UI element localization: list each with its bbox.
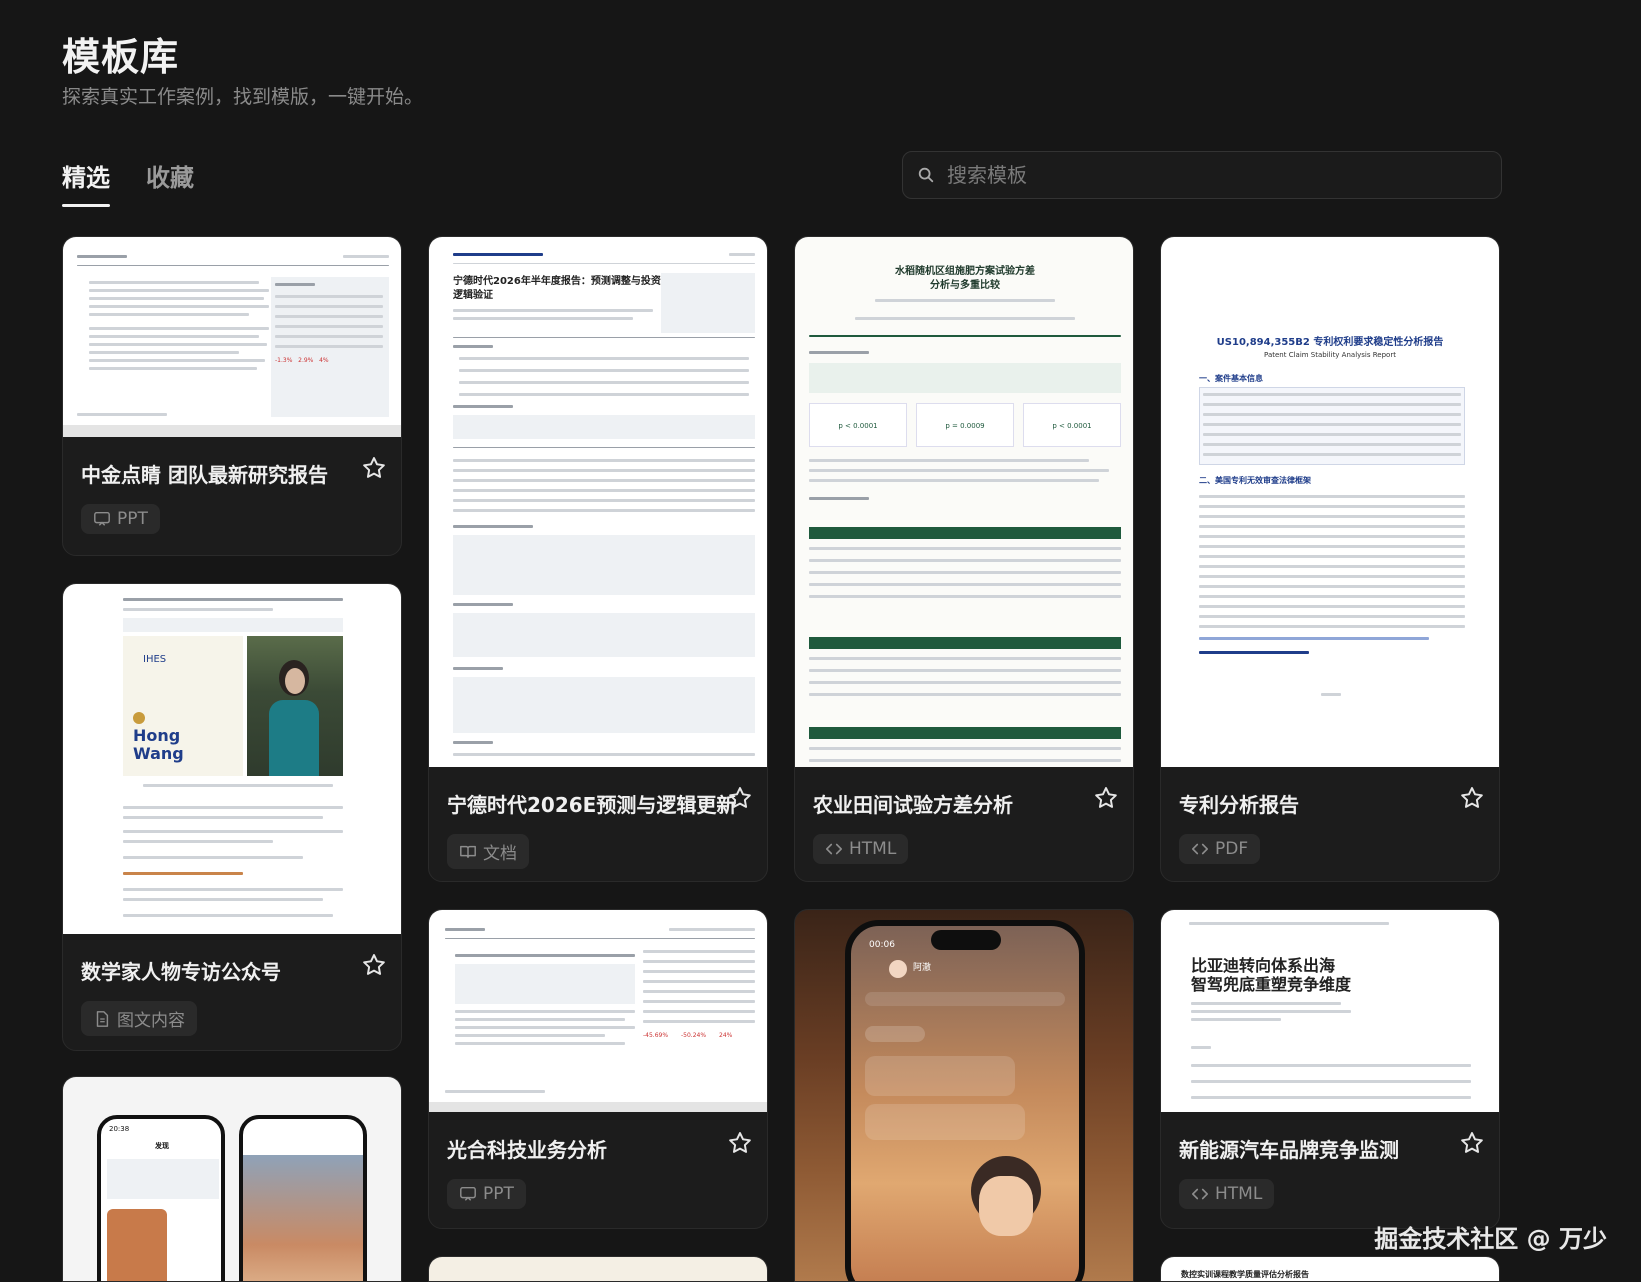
tab-featured[interactable]: 精选 <box>62 158 110 207</box>
card-title: 专利分析报告 <box>1179 793 1299 817</box>
presentation-icon <box>94 511 110 526</box>
search-box[interactable] <box>902 151 1502 199</box>
type-label: HTML <box>1215 1184 1263 1204</box>
template-card[interactable]: 20:38 发现 <box>62 1076 402 1282</box>
template-preview: -1.3% 2.9% 4% <box>63 237 401 437</box>
template-preview: 数控实训课程教学质量评估分析报告 <box>1161 1257 1499 1281</box>
type-label: PPT <box>483 1184 514 1204</box>
template-card[interactable]: -1.3% 2.9% 4% 中金点睛 团队最新研究报告 PPT <box>62 236 402 556</box>
preview-section: 一、案件基本信息 <box>1199 374 1263 383</box>
template-card[interactable]: 00:06 阿澈 <box>794 909 1134 1282</box>
type-label: PPT <box>117 509 148 529</box>
preview-stat: -45.69% <box>643 1032 669 1039</box>
type-badge: PPT <box>447 1179 526 1209</box>
watermark: 掘金技术社区 @ 万少 <box>1374 1225 1607 1253</box>
phone-time: 20:38 <box>109 1125 130 1133</box>
preview-name: Hong <box>133 726 181 745</box>
template-preview: 20:38 发现 <box>63 1077 401 1281</box>
card-title: 农业田间试验方差分析 <box>813 793 1013 817</box>
presentation-icon <box>460 1186 476 1201</box>
document-icon <box>96 1010 109 1027</box>
phone-mockup: 00:06 阿澈 <box>845 920 1085 1281</box>
star-icon[interactable] <box>1459 1130 1485 1156</box>
preview-title: 比亚迪转向体系出海 智驾兜底重塑竞争维度 <box>1191 956 1352 994</box>
type-label: PDF <box>1215 839 1249 859</box>
book-icon <box>460 845 476 858</box>
template-preview: 水稻随机区组施肥方案试验方差分析与多重比较 p < 0.0001 p = 0.0… <box>795 237 1133 767</box>
preview-title: 水稻随机区组施肥方案试验方差分析与多重比较 <box>895 266 1035 291</box>
preview-subtitle: Patent Claim Stability Analysis Report <box>1264 351 1396 359</box>
code-icon <box>825 843 843 855</box>
type-badge: PPT <box>81 504 160 534</box>
type-label: 文档 <box>483 844 517 864</box>
preview-name: Wang <box>133 744 184 763</box>
avatar <box>889 960 907 978</box>
card-title: 光合科技业务分析 <box>447 1138 607 1162</box>
template-card[interactable]: 比亚迪转向体系出海 智驾兜底重塑竞争维度 新能源汽车品牌竞争监测 HTML <box>1160 909 1500 1229</box>
preview-stat: p = 0.0009 <box>916 403 1014 447</box>
type-label: 图文内容 <box>117 1011 185 1031</box>
template-card[interactable]: 宁德时代2026年半年度报告：预测调整与投资逻辑验证 宁德时代2026E预测与逻… <box>428 236 768 882</box>
template-card[interactable]: 数控实训课程教学质量评估分析报告 <box>1160 1256 1500 1282</box>
page-title: 模板库 <box>62 35 180 79</box>
template-preview: -45.69% -50.24% 24% <box>429 910 767 1112</box>
template-preview: IHES Hong Wang <box>63 584 401 934</box>
star-icon[interactable] <box>727 785 753 811</box>
type-badge: 图文内容 <box>81 1001 197 1036</box>
preview-stat: p < 0.0001 <box>1023 403 1121 447</box>
card-title: 数学家人物专访公众号 <box>81 960 281 984</box>
search-input[interactable] <box>947 163 1487 187</box>
star-icon[interactable] <box>1093 785 1119 811</box>
type-badge: HTML <box>813 834 909 864</box>
search-icon <box>918 167 934 183</box>
code-icon <box>1191 1188 1209 1200</box>
template-preview: US10,894,355B2 专利权利要求稳定性分析报告 Patent Clai… <box>1161 237 1499 767</box>
preview-title: 宁德时代2026年半年度报告：预测调整与投资逻辑验证 <box>453 276 661 301</box>
card-title: 宁德时代2026E预测与逻辑更新 <box>447 793 737 817</box>
template-card[interactable]: 水稻随机区组施肥方案试验方差分析与多重比较 p < 0.0001 p = 0.0… <box>794 236 1134 882</box>
template-card[interactable]: -45.69% -50.24% 24% 光合科技业务分析 PPT <box>428 909 768 1229</box>
star-icon[interactable] <box>1459 785 1485 811</box>
tab-favorites[interactable]: 收藏 <box>146 158 194 207</box>
code-icon <box>1191 843 1209 855</box>
template-card[interactable]: US10,894,355B2 专利权利要求稳定性分析报告 Patent Clai… <box>1160 236 1500 882</box>
phone-tab: 发现 <box>155 1142 169 1150</box>
preview-stat: p < 0.0001 <box>809 403 907 447</box>
page-subtitle: 探索真实工作案例，找到模版，一键开始。 <box>62 86 424 108</box>
star-icon[interactable] <box>361 952 387 978</box>
type-badge: PDF <box>1179 834 1261 864</box>
template-preview <box>429 1257 767 1281</box>
preview-title: 数控实训课程教学质量评估分析报告 <box>1181 1270 1309 1279</box>
contact-name: 阿澈 <box>913 963 932 973</box>
preview-stat: 24% <box>719 1032 733 1039</box>
star-icon[interactable] <box>361 455 387 481</box>
preview-logo: IHES <box>143 654 167 665</box>
type-label: HTML <box>849 839 897 859</box>
phone-time: 00:06 <box>869 940 895 950</box>
template-card[interactable] <box>428 1256 768 1282</box>
template-preview: 比亚迪转向体系出海 智驾兜底重塑竞争维度 <box>1161 910 1499 1112</box>
card-title: 中金点睛 团队最新研究报告 <box>81 463 328 487</box>
type-badge: HTML <box>1179 1179 1275 1209</box>
preview-stat: -50.24% <box>681 1032 707 1039</box>
star-icon[interactable] <box>727 1130 753 1156</box>
template-preview: 宁德时代2026年半年度报告：预测调整与投资逻辑验证 <box>429 237 767 767</box>
preview-section: 二、美国专利无效审查法律框架 <box>1199 476 1311 485</box>
tab-bar: 精选 收藏 <box>62 158 194 207</box>
preview-title: US10,894,355B2 专利权利要求稳定性分析报告 <box>1216 337 1444 348</box>
type-badge: 文档 <box>447 834 529 869</box>
template-card[interactable]: IHES Hong Wang 数学家人物专访公众号 图文内容 <box>62 583 402 1051</box>
card-title: 新能源汽车品牌竞争监测 <box>1179 1138 1399 1162</box>
